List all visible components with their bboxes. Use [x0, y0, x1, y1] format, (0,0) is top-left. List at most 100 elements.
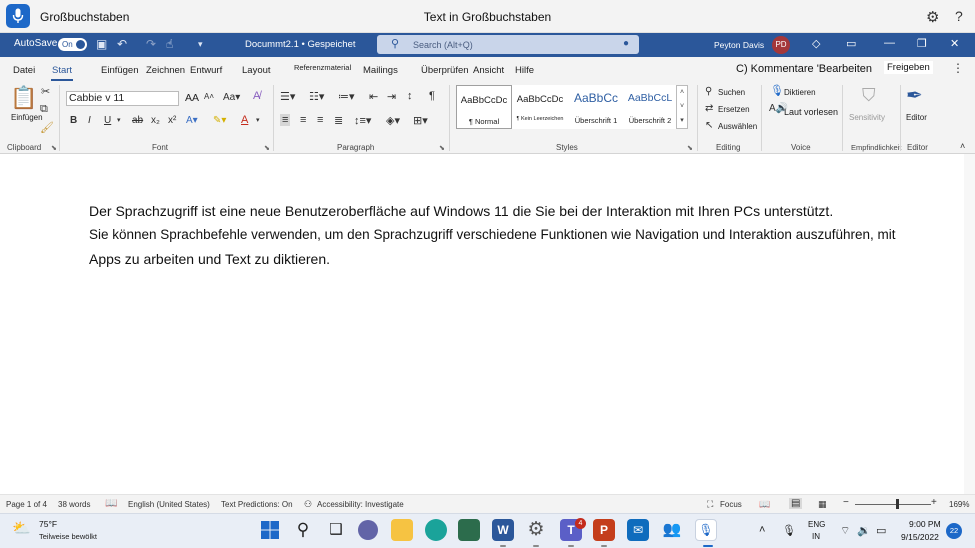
minimize-icon[interactable]: — — [884, 37, 895, 49]
zoom-out-icon[interactable]: − — [843, 497, 849, 508]
battery-icon[interactable]: ▭ — [876, 524, 886, 537]
italic-icon[interactable]: I — [88, 115, 91, 126]
book-icon[interactable]: 📖 — [105, 498, 117, 509]
document-text-line[interactable]: Sie können Sprachbefehle verwenden, um d… — [89, 227, 896, 242]
document-title[interactable]: Docummt2.1 • Gespeichet — [245, 39, 356, 50]
align-center-icon[interactable]: ≡ — [300, 114, 306, 126]
search-input[interactable] — [413, 38, 603, 51]
partly-cloudy-icon[interactable]: ⛅ — [12, 519, 31, 537]
tab-hilfe[interactable]: Hilfe — [515, 65, 534, 76]
style-no-spacing[interactable]: AaBbCcDc ¶ Kein Leerzeichen — [512, 85, 568, 129]
document-text-line[interactable]: Der Sprachzugriff ist eine neue Benutzer… — [89, 203, 833, 219]
style-heading-1[interactable]: AaBbCc Überschrift 1 — [568, 85, 624, 129]
word-count[interactable]: 38 words — [58, 500, 90, 509]
search-box[interactable]: ⚲ ● — [377, 35, 639, 54]
sensitivity-button[interactable]: Sensitivity — [849, 113, 885, 122]
undo-icon[interactable]: ↶ — [117, 37, 127, 51]
input-language[interactable]: ENG — [808, 520, 825, 529]
superscript-icon[interactable]: x² — [168, 115, 176, 126]
print-layout-icon[interactable]: ▤ — [789, 498, 803, 509]
zoom-in-icon[interactable]: + — [931, 497, 937, 508]
grow-font-button[interactable]: AA — [185, 91, 199, 106]
tab-referenzmaterial[interactable]: Referenzmaterial — [294, 63, 351, 72]
font-name-box[interactable]: Cabbie v 11 — [66, 91, 179, 106]
clear-formatting-icon[interactable]: A̸ — [253, 90, 260, 102]
page-count[interactable]: Page 1 of 4 — [6, 500, 47, 509]
focus-button[interactable]: Focus — [720, 500, 742, 509]
subscript-icon[interactable]: x₂ — [151, 115, 160, 126]
volume-icon[interactable]: 🔉 — [857, 524, 871, 537]
wifi-icon[interactable]: ⌔ — [840, 524, 850, 538]
tab-einfuegen[interactable]: Einfügen — [101, 65, 139, 76]
decrease-indent-icon[interactable]: ⇤ — [369, 90, 378, 103]
dialog-launcher-icon[interactable]: ⬊ — [264, 144, 270, 152]
style-normal[interactable]: AaBbCcDc ¶ Normal — [456, 85, 512, 129]
touch-mode-icon[interactable]: ☝ — [166, 37, 173, 51]
dialog-launcher-icon[interactable]: ⬊ — [687, 144, 693, 152]
multilevel-list-icon[interactable]: ≔▾ — [338, 90, 355, 103]
microphone-icon[interactable]: 🎙 — [782, 524, 796, 537]
numbering-icon[interactable]: ☷▾ — [309, 90, 324, 103]
document-text-line[interactable]: Apps zu arbeiten und Text zu diktieren. — [89, 251, 330, 267]
user-name[interactable]: Peyton Davis — [714, 40, 764, 50]
justify-icon[interactable]: ≣ — [334, 114, 343, 127]
zoom-level[interactable]: 169% — [949, 500, 969, 509]
collapse-ribbon-icon[interactable]: ˄ — [960, 141, 965, 151]
tab-mailings[interactable]: Mailings — [363, 65, 398, 76]
clock-date[interactable]: 9/15/2022 — [901, 532, 939, 542]
weather-description[interactable]: Teilweise bewölkt — [39, 532, 97, 541]
increase-indent-icon[interactable]: ⇥ — [387, 90, 396, 103]
shading-icon[interactable]: ◈▾ — [386, 114, 400, 127]
autosave-toggle[interactable]: On — [58, 38, 87, 51]
bullets-icon[interactable]: ☰▾ — [280, 90, 295, 103]
strikethrough-icon[interactable]: ab — [132, 115, 143, 126]
highlight-icon[interactable]: ✎▾ — [213, 115, 226, 126]
change-case-icon[interactable]: Aa▾ — [223, 92, 240, 103]
find-button[interactable]: Suchen — [718, 88, 745, 97]
style-heading-2[interactable]: AaBbCcL Überschrift 2 — [622, 85, 678, 129]
gear-icon[interactable]: ⚙ — [926, 8, 939, 26]
replace-button[interactable]: Ersetzen — [718, 105, 750, 114]
show-formatting-icon[interactable]: ¶ — [429, 90, 435, 102]
microphone-icon[interactable]: ● — [623, 38, 629, 49]
diamond-icon[interactable]: ◇ — [812, 37, 820, 50]
word-icon[interactable]: W — [492, 519, 514, 541]
text-effects-icon[interactable]: A▾ — [186, 115, 198, 126]
input-region[interactable]: IN — [812, 532, 820, 541]
cut-icon[interactable]: ✂ — [41, 85, 50, 98]
font-color-icon[interactable]: A — [241, 114, 248, 126]
search-icon[interactable]: ⚲ — [292, 519, 314, 541]
tab-layout[interactable]: Layout — [242, 65, 271, 76]
underline-dropdown-icon[interactable]: ▾ — [117, 116, 121, 124]
redo-icon[interactable]: ↷ — [146, 37, 156, 51]
weather-temperature[interactable]: 75°F — [39, 519, 57, 529]
bold-icon[interactable]: B — [70, 115, 77, 126]
dictate-button[interactable]: Diktieren — [784, 88, 816, 97]
help-icon[interactable]: ? — [955, 8, 963, 24]
more-options-icon[interactable]: ⋮ — [952, 61, 964, 75]
avatar[interactable]: PD — [772, 36, 790, 54]
sort-icon[interactable]: ↕ — [407, 90, 413, 102]
tab-ueberpruefen[interactable]: Überprüfen — [421, 65, 469, 76]
settings-gear-icon[interactable]: ⚙ — [525, 519, 547, 541]
read-mode-icon[interactable]: 📖 — [759, 499, 770, 510]
edge-icon[interactable] — [425, 519, 447, 541]
start-icon[interactable] — [259, 519, 281, 541]
mail-icon[interactable]: ✉ — [627, 519, 649, 541]
notification-count[interactable]: 22 — [946, 523, 962, 539]
tab-ansicht[interactable]: Ansicht — [473, 65, 504, 76]
web-layout-icon[interactable]: ▦ — [818, 499, 827, 510]
store-icon[interactable] — [458, 519, 480, 541]
chevron-up-icon[interactable]: ˄ — [759, 524, 765, 536]
document-canvas[interactable]: Der Sprachzugriff ist eine neue Benutzer… — [0, 154, 975, 494]
dialog-launcher-icon[interactable]: ⬊ — [439, 144, 445, 152]
align-right-icon[interactable]: ≡ — [317, 114, 323, 126]
save-icon[interactable]: ▣ — [96, 37, 107, 51]
restore-icon[interactable]: ❐ — [917, 37, 927, 50]
customize-toolbar-icon[interactable]: ▾ — [198, 39, 203, 50]
clock-time[interactable]: 9:00 PM — [909, 519, 941, 529]
line-spacing-icon[interactable]: ↕≡▾ — [354, 114, 371, 127]
borders-icon[interactable]: ⊞▾ — [413, 114, 428, 127]
tab-zeichnen[interactable]: Zeichnen — [146, 65, 185, 76]
comments-button[interactable]: C) Kommentare 'Bearbeiten — [736, 63, 872, 75]
